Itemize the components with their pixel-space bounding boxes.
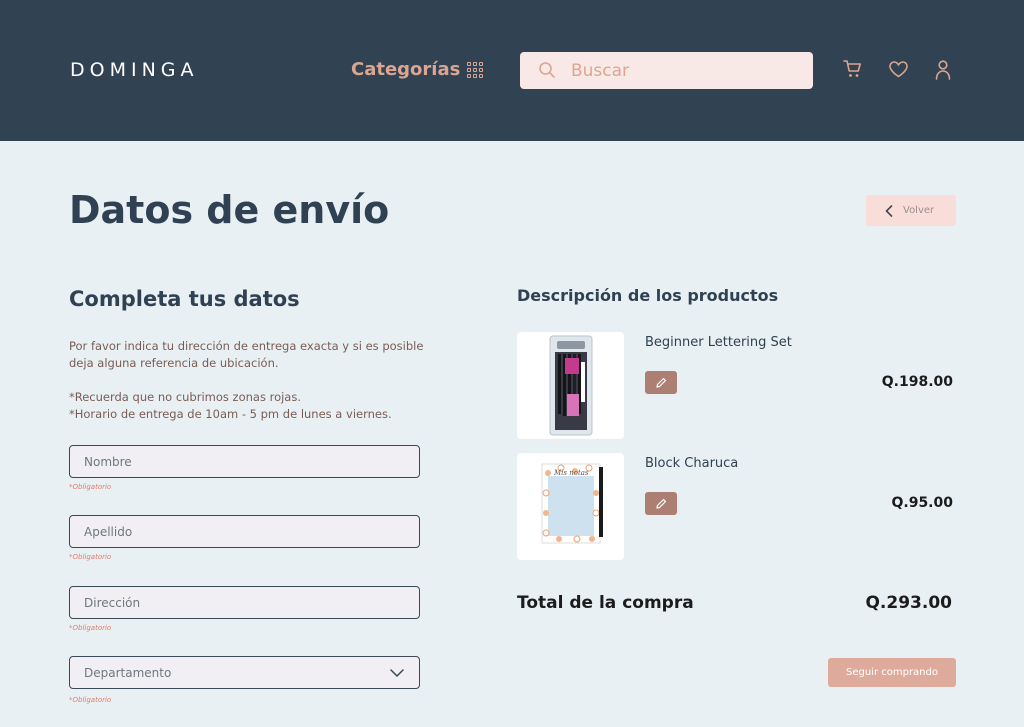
products-description-title: Descripción de los productos (517, 286, 779, 305)
product-name: Beginner Lettering Set (645, 335, 792, 350)
product-price: Q.95.00 (891, 495, 953, 511)
chevron-down-icon (390, 669, 404, 677)
required-note: *Obligatorio (69, 483, 112, 491)
user-icon[interactable] (935, 60, 951, 80)
required-note: *Obligatorio (69, 696, 112, 704)
notebook-cover-text: Mis notas (553, 469, 589, 477)
required-note: *Obligatorio (69, 624, 112, 632)
last-name-field[interactable] (69, 515, 420, 548)
department-select-value: Departamento (84, 665, 172, 680)
back-button[interactable]: Volver (866, 195, 956, 226)
block-charuca-image: Mis notas (541, 463, 603, 544)
grid-icon[interactable] (467, 62, 483, 78)
product-name: Block Charuca (645, 456, 739, 471)
form-title: Completa tus datos (69, 287, 300, 311)
department-select[interactable]: Departamento (69, 656, 420, 689)
instruction-text: Por favor indica tu dirección de entrega… (69, 339, 424, 370)
lettering-set-image (549, 335, 593, 436)
total-label: Total de la compra (517, 593, 694, 613)
cart-icon[interactable] (843, 59, 862, 79)
pencil-icon (656, 498, 667, 509)
product-thumbnail[interactable]: Mis notas (517, 453, 624, 560)
chevron-left-icon (885, 204, 893, 217)
top-header: DOMINGA Categorías (0, 0, 1024, 141)
search-icon (539, 62, 555, 78)
categories-link[interactable]: Categorías (351, 59, 460, 80)
continue-shopping-button[interactable]: Seguir comprando (828, 658, 956, 687)
search-input[interactable] (571, 52, 801, 89)
heart-icon[interactable] (889, 61, 908, 78)
pencil-icon (656, 377, 667, 388)
edit-product-button[interactable] (645, 371, 677, 394)
red-zone-note: *Recuerda que no cubrimos zonas rojas. (69, 390, 301, 404)
required-note: *Obligatorio (69, 553, 112, 561)
schedule-note: *Horario de entrega de 10am - 5 pm de lu… (69, 407, 392, 421)
page-title: Datos de envío (69, 188, 390, 232)
brand-logo[interactable]: DOMINGA (70, 59, 199, 81)
total-value: Q.293.00 (865, 593, 952, 613)
search-bar (520, 52, 813, 89)
address-field[interactable] (69, 586, 420, 619)
form-instructions: Por favor indica tu dirección de entrega… (69, 338, 449, 423)
first-name-field[interactable] (69, 445, 420, 478)
edit-product-button[interactable] (645, 492, 677, 515)
product-price: Q.198.00 (881, 374, 953, 390)
back-button-label: Volver (903, 205, 935, 216)
product-thumbnail[interactable] (517, 332, 624, 439)
